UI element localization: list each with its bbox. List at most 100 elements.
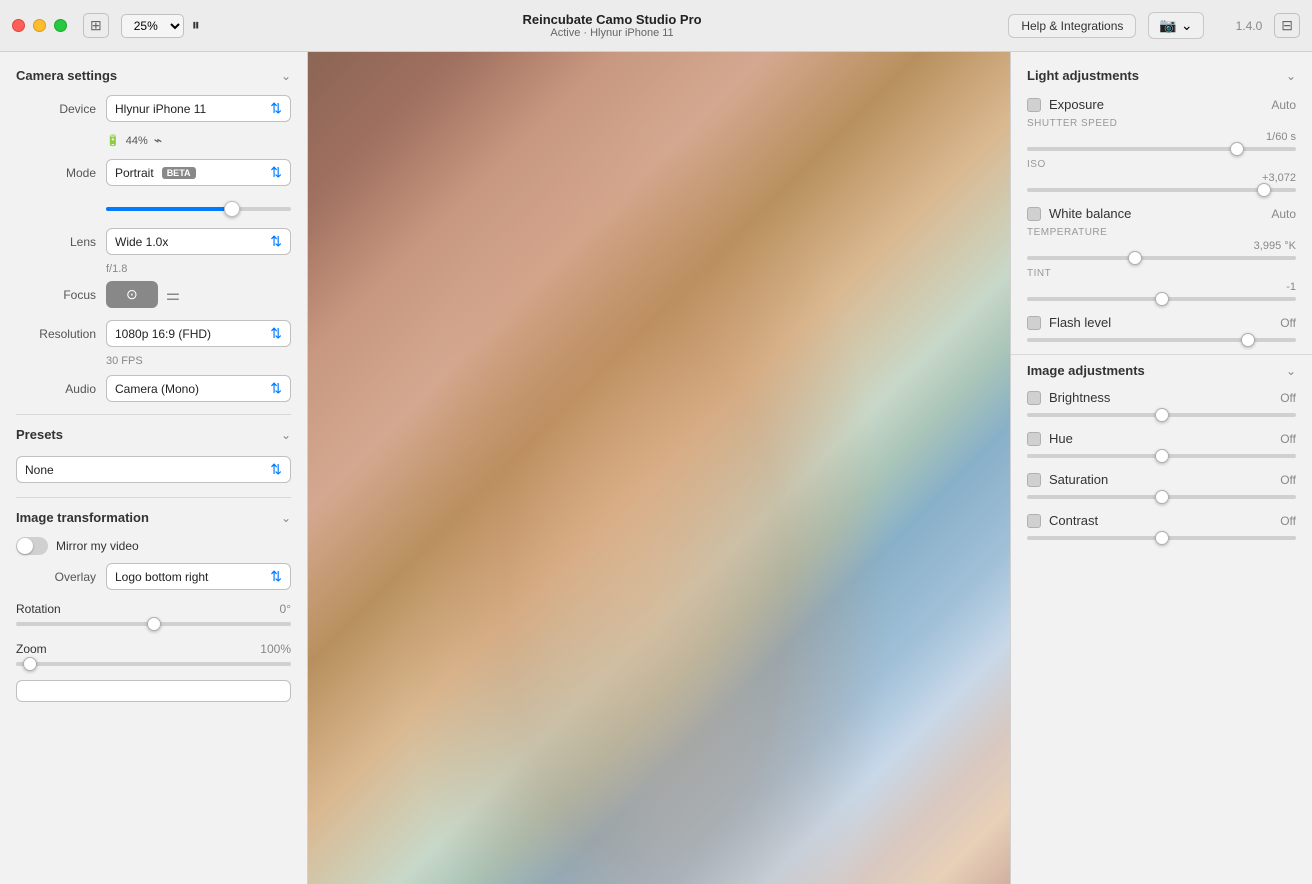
- saturation-slider[interactable]: [1027, 495, 1296, 499]
- saturation-label: Saturation: [1049, 472, 1108, 487]
- temperature-slider[interactable]: [1027, 256, 1296, 260]
- help-integrations-button[interactable]: Help & Integrations: [1008, 14, 1136, 38]
- shutter-slider-thumb[interactable]: [1230, 142, 1244, 156]
- resolution-row: Resolution 1080p 16:9 (FHD) ⇅: [0, 316, 307, 351]
- image-transform-section[interactable]: Image transformation ⌄: [0, 506, 307, 533]
- hue-label: Hue: [1049, 431, 1073, 446]
- version-label: 1.4.0: [1236, 19, 1263, 33]
- device-control: Hlynur iPhone 11 ⇅: [106, 95, 291, 122]
- hue-header: Hue Off: [1027, 431, 1296, 446]
- camera-source-button[interactable]: 📷 ⌄: [1148, 12, 1203, 39]
- mirror-toggle[interactable]: [16, 537, 48, 555]
- flash-level-row: Flash level Off: [1011, 309, 1312, 336]
- device-select[interactable]: Hlynur iPhone 11 ⇅: [106, 95, 291, 122]
- presets-section[interactable]: Presets ⌄: [0, 423, 307, 450]
- contrast-slider[interactable]: [1027, 536, 1296, 540]
- zoom-slider[interactable]: [16, 662, 291, 666]
- shutter-slider[interactable]: [1027, 147, 1296, 151]
- brightness-label: Brightness: [1049, 390, 1110, 405]
- white-balance-checkbox[interactable]: [1027, 207, 1041, 221]
- light-adjustments-title: Light adjustments: [1027, 68, 1139, 83]
- saturation-checkbox[interactable]: [1027, 473, 1041, 487]
- zoom-value: 100%: [260, 642, 291, 656]
- overlay-row: Overlay Logo bottom right ⇅: [0, 559, 307, 594]
- saturation-slider-thumb[interactable]: [1155, 490, 1169, 504]
- focal-label: f/1.8: [0, 263, 307, 277]
- zoom-input[interactable]: [16, 680, 291, 702]
- hue-slider[interactable]: [1027, 454, 1296, 458]
- white-balance-header: White balance Auto: [1027, 206, 1296, 221]
- main-layout: Camera settings ⌄ Device Hlynur iPhone 1…: [0, 52, 1312, 884]
- contrast-slider-thumb[interactable]: [1155, 531, 1169, 545]
- usb-icon: ⌁: [154, 132, 162, 149]
- focus-label: Focus: [16, 288, 96, 302]
- mode-label: Mode: [16, 166, 96, 180]
- brightness-slider-thumb[interactable]: [1155, 408, 1169, 422]
- white-balance-value: Auto: [1271, 207, 1296, 221]
- tint-value: -1: [1286, 281, 1296, 293]
- brightness-checkbox[interactable]: [1027, 391, 1041, 405]
- light-adjustments-chevron-icon: ⌄: [1286, 69, 1296, 83]
- divider-1: [16, 414, 291, 415]
- flash-level-value: Off: [1280, 316, 1296, 330]
- contrast-checkbox[interactable]: [1027, 514, 1041, 528]
- app-title-section: Reincubate Camo Studio Pro Active · Hlyn…: [216, 12, 1009, 39]
- grid-view-button[interactable]: ⊟: [1274, 13, 1300, 38]
- focus-auto-button[interactable]: ⊙: [106, 281, 158, 308]
- light-adjustments-section[interactable]: Light adjustments ⌄: [1011, 64, 1312, 91]
- flash-slider-thumb[interactable]: [1241, 333, 1255, 347]
- exposure-header: Exposure Auto: [1027, 97, 1296, 112]
- close-button[interactable]: [12, 19, 25, 32]
- rotation-slider-thumb[interactable]: [147, 617, 161, 631]
- saturation-left: Saturation: [1027, 472, 1108, 487]
- saturation-value: Off: [1280, 473, 1296, 487]
- focus-settings-button[interactable]: ⚌: [166, 285, 180, 305]
- fullscreen-button[interactable]: [54, 19, 67, 32]
- flash-level-checkbox[interactable]: [1027, 316, 1041, 330]
- camera-preview: [308, 52, 1010, 884]
- device-info-row: 🔋 44% ⌁: [0, 130, 307, 155]
- zoom-slider-thumb[interactable]: [23, 657, 37, 671]
- battery-value: 44%: [126, 135, 148, 147]
- lens-control: Wide 1.0x ⇅: [106, 228, 291, 255]
- exposure-row: Exposure Auto: [1011, 91, 1312, 118]
- hue-checkbox[interactable]: [1027, 432, 1041, 446]
- camera-settings-title: Camera settings: [16, 68, 117, 83]
- iso-slider-thumb[interactable]: [1257, 183, 1271, 197]
- image-adjustments-section[interactable]: Image adjustments ⌄: [1011, 354, 1312, 384]
- presets-select-row: None ⇅: [0, 450, 307, 489]
- audio-select[interactable]: Camera (Mono) ⇅: [106, 375, 291, 402]
- mirror-label: Mirror my video: [56, 539, 139, 553]
- portrait-blur-slider[interactable]: [106, 200, 291, 218]
- exposure-checkbox[interactable]: [1027, 98, 1041, 112]
- tint-slider[interactable]: [1027, 297, 1296, 301]
- shutter-speed-value-row: 1/60 s: [1011, 131, 1312, 145]
- overlay-select[interactable]: Logo bottom right ⇅: [106, 563, 291, 590]
- sidebar-toggle-button[interactable]: ⊞: [83, 13, 109, 38]
- temperature-slider-thumb[interactable]: [1128, 251, 1142, 265]
- app-title: Reincubate Camo Studio Pro: [522, 12, 701, 27]
- mode-select-arrow-icon: ⇅: [270, 164, 282, 181]
- portrait-blur-thumb[interactable]: [224, 201, 240, 217]
- pause-button[interactable]: ⏸: [192, 17, 200, 35]
- iso-slider[interactable]: [1027, 188, 1296, 192]
- camera-settings-section[interactable]: Camera settings ⌄: [0, 64, 307, 91]
- brightness-slider[interactable]: [1027, 413, 1296, 417]
- audio-select-arrow-icon: ⇅: [270, 380, 282, 397]
- hue-slider-thumb[interactable]: [1155, 449, 1169, 463]
- resolution-select[interactable]: 1080p 16:9 (FHD) ⇅: [106, 320, 291, 347]
- minimize-button[interactable]: [33, 19, 46, 32]
- zoom-select[interactable]: 25%: [121, 14, 184, 38]
- rotation-slider[interactable]: [16, 622, 291, 626]
- mode-row: Mode Portrait BETA ⇅: [0, 155, 307, 190]
- tint-slider-thumb[interactable]: [1155, 292, 1169, 306]
- presets-value: None: [25, 463, 54, 477]
- iso-sublabel: ISO: [1011, 159, 1312, 170]
- contrast-header: Contrast Off: [1027, 513, 1296, 528]
- lens-select[interactable]: Wide 1.0x ⇅: [106, 228, 291, 255]
- audio-label: Audio: [16, 382, 96, 396]
- flash-slider[interactable]: [1027, 338, 1296, 342]
- presets-select[interactable]: None ⇅: [16, 456, 291, 483]
- mode-select[interactable]: Portrait BETA ⇅: [106, 159, 291, 186]
- portrait-overlay: [308, 52, 1010, 884]
